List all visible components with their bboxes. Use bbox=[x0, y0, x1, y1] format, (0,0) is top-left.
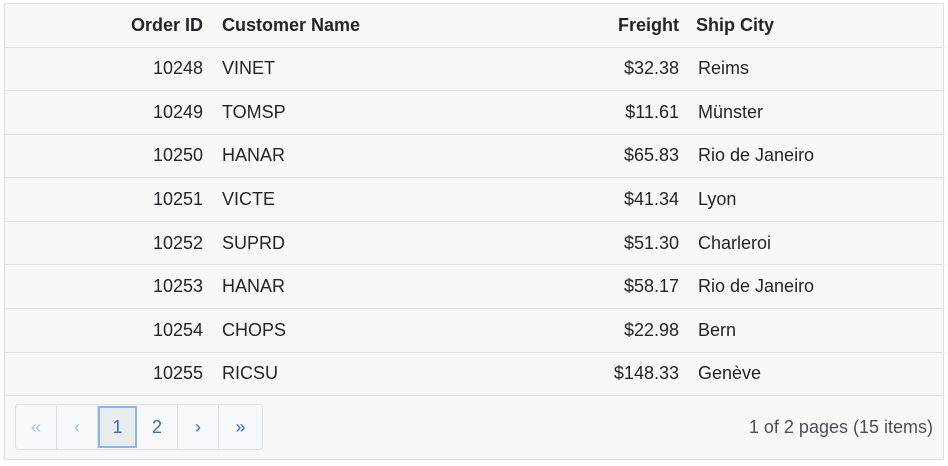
cell-order-id: 10253 bbox=[5, 264, 211, 310]
next-page-button[interactable]: › bbox=[178, 405, 219, 449]
cell-customer-name: CHOPS bbox=[211, 308, 475, 353]
cell-ship-city: Rio de Janeiro bbox=[687, 264, 945, 310]
table-row[interactable]: 10253 HANAR $58.17 Rio de Janeiro bbox=[5, 264, 945, 310]
cell-freight: $65.83 bbox=[475, 134, 687, 179]
cell-freight: $11.61 bbox=[475, 90, 687, 135]
cell-order-id: 10255 bbox=[5, 352, 211, 397]
previous-page-button[interactable]: ‹ bbox=[57, 405, 98, 449]
cell-customer-name: RICSU bbox=[211, 352, 475, 397]
cell-ship-city: Charleroi bbox=[687, 221, 945, 266]
first-page-button[interactable]: « bbox=[16, 405, 57, 449]
table-row[interactable]: 10249 TOMSP $11.61 Münster bbox=[5, 90, 945, 135]
cell-customer-name: VINET bbox=[211, 47, 475, 92]
page-1-button[interactable]: 1 bbox=[98, 406, 137, 448]
pager: « ‹ 1 2 › » 1 of 2 pages (15 items) bbox=[5, 395, 943, 459]
table-row[interactable]: 10252 SUPRD $51.30 Charleroi bbox=[5, 221, 945, 266]
column-header-customer-name[interactable]: Customer Name bbox=[211, 4, 475, 48]
table-row[interactable]: 10250 HANAR $65.83 Rio de Janeiro bbox=[5, 134, 945, 179]
table-row[interactable]: 10248 VINET $32.38 Reims bbox=[5, 47, 945, 92]
cell-ship-city: Lyon bbox=[687, 177, 945, 222]
orders-grid: Order ID Customer Name Freight Ship City… bbox=[4, 3, 945, 460]
pager-info: 1 of 2 pages (15 items) bbox=[748, 416, 933, 437]
cell-freight: $41.34 bbox=[475, 177, 687, 222]
cell-order-id: 10248 bbox=[5, 47, 211, 92]
cell-freight: $32.38 bbox=[475, 47, 687, 92]
orders-table: Order ID Customer Name Freight Ship City… bbox=[5, 4, 945, 397]
cell-customer-name: HANAR bbox=[211, 134, 475, 179]
cell-ship-city: Rio de Janeiro bbox=[687, 134, 945, 179]
last-page-button[interactable]: » bbox=[219, 405, 262, 449]
cell-ship-city: Münster bbox=[687, 90, 945, 135]
table-row[interactable]: 10255 RICSU $148.33 Genève bbox=[5, 352, 945, 397]
cell-customer-name: HANAR bbox=[211, 264, 475, 310]
column-header-freight[interactable]: Freight bbox=[475, 4, 687, 48]
page-2-button[interactable]: 2 bbox=[137, 405, 178, 449]
cell-customer-name: SUPRD bbox=[211, 221, 475, 266]
cell-order-id: 10254 bbox=[5, 308, 211, 353]
table-row[interactable]: 10251 VICTE $41.34 Lyon bbox=[5, 177, 945, 222]
table-row[interactable]: 10254 CHOPS $22.98 Bern bbox=[5, 308, 945, 353]
cell-freight: $148.33 bbox=[475, 352, 687, 397]
cell-ship-city: Reims bbox=[687, 47, 945, 92]
cell-order-id: 10251 bbox=[5, 177, 211, 222]
cell-freight: $51.30 bbox=[475, 221, 687, 266]
cell-freight: $22.98 bbox=[475, 308, 687, 353]
column-header-ship-city[interactable]: Ship City bbox=[687, 4, 945, 48]
cell-freight: $58.17 bbox=[475, 264, 687, 310]
cell-ship-city: Genève bbox=[687, 352, 945, 397]
cell-order-id: 10250 bbox=[5, 134, 211, 179]
cell-order-id: 10252 bbox=[5, 221, 211, 266]
cell-order-id: 10249 bbox=[5, 90, 211, 135]
header-row: Order ID Customer Name Freight Ship City bbox=[5, 4, 945, 48]
pager-buttons: « ‹ 1 2 › » bbox=[15, 404, 263, 450]
cell-customer-name: TOMSP bbox=[211, 90, 475, 135]
cell-ship-city: Bern bbox=[687, 308, 945, 353]
cell-customer-name: VICTE bbox=[211, 177, 475, 222]
column-header-order-id[interactable]: Order ID bbox=[5, 4, 211, 48]
